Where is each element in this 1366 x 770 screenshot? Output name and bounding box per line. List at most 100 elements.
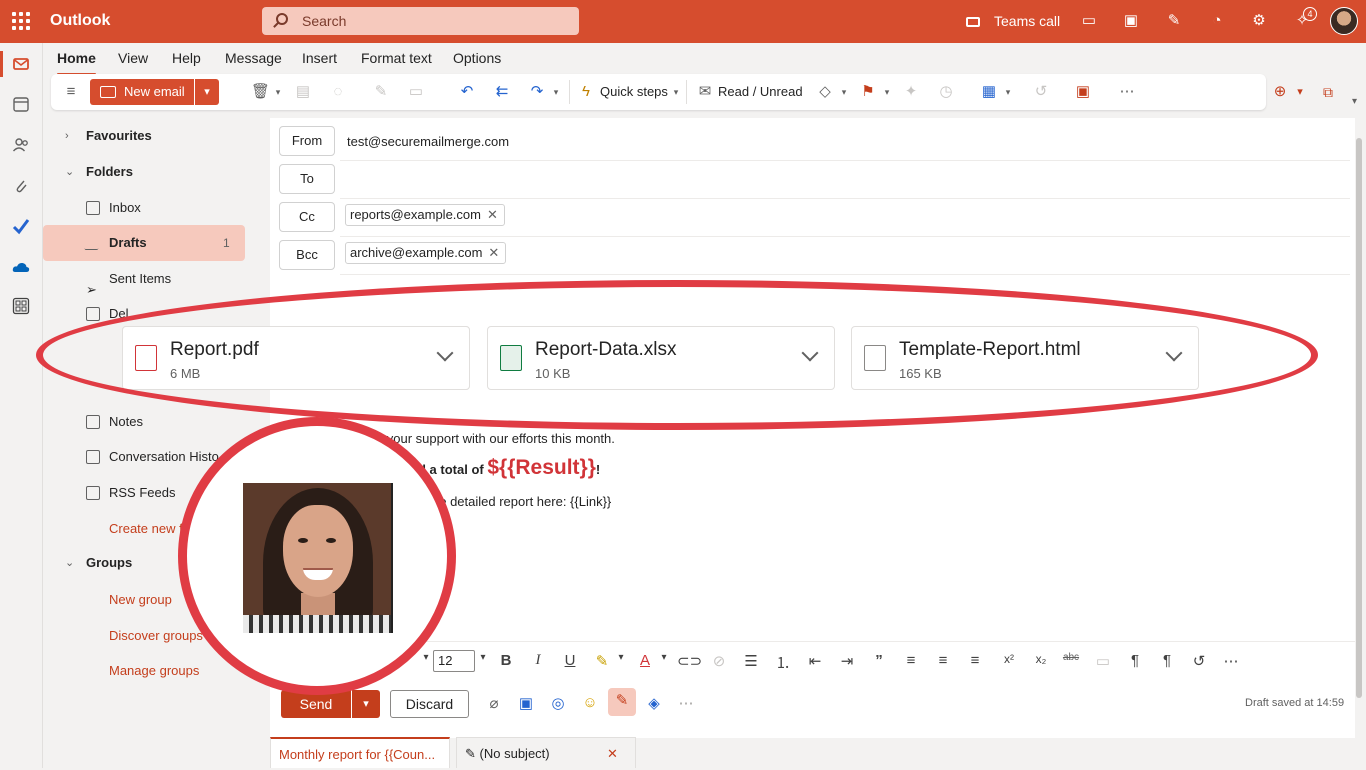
notes-edit-icon[interactable]: ✎ bbox=[1165, 12, 1183, 30]
undo-format-icon[interactable]: ↺ bbox=[1189, 652, 1209, 670]
tab-format-text[interactable]: Format text bbox=[361, 50, 432, 66]
align-left-icon[interactable]: ≡ bbox=[901, 652, 921, 669]
align-center-icon[interactable]: ≡ bbox=[933, 652, 953, 669]
addin-icon[interactable]: ◈ bbox=[644, 694, 664, 712]
avatar[interactable] bbox=[1330, 7, 1358, 35]
archive-icon[interactable]: ▤ bbox=[295, 84, 311, 100]
ribbon-collapse-chevron-icon[interactable]: ▾ bbox=[1352, 96, 1357, 107]
read-unread-button[interactable]: Read / Unread bbox=[718, 82, 803, 102]
lightning-icon[interactable]: ϟ bbox=[578, 84, 594, 100]
quick-steps-button[interactable]: Quick steps bbox=[600, 82, 668, 102]
paperclip-icon[interactable] bbox=[12, 177, 30, 195]
attach-file-icon[interactable]: ⌀ bbox=[484, 694, 504, 712]
flag-chevron-icon[interactable]: ▾ bbox=[879, 84, 895, 100]
close-icon[interactable]: ✕ bbox=[607, 738, 618, 769]
forward-chevron-icon[interactable]: ▾ bbox=[548, 84, 564, 100]
office-icon[interactable]: ▣ bbox=[1122, 12, 1140, 30]
tab-view[interactable]: View bbox=[118, 50, 148, 66]
scrollbar[interactable] bbox=[1355, 118, 1363, 738]
subscript-icon[interactable]: x₂ bbox=[1031, 652, 1051, 666]
undo-icon[interactable]: ↺ bbox=[1033, 84, 1049, 100]
from-button[interactable]: From bbox=[279, 126, 335, 156]
editor-icon[interactable]: ✎ bbox=[608, 688, 636, 716]
flag-icon[interactable]: ⚑ bbox=[860, 84, 876, 100]
reply-icon[interactable]: ↶ bbox=[459, 84, 475, 100]
clear-format-icon[interactable]: ▭ bbox=[1093, 652, 1113, 670]
apps-icon[interactable] bbox=[12, 297, 30, 315]
align-right-icon[interactable]: ≡ bbox=[965, 652, 985, 669]
emoji-icon[interactable]: ☺ bbox=[580, 694, 600, 711]
app-title[interactable]: Outlook bbox=[50, 12, 110, 30]
onedrive-cloud-icon[interactable] bbox=[12, 258, 30, 276]
chevron-down-icon[interactable] bbox=[1165, 344, 1183, 362]
favourites-header[interactable]: › Favourites bbox=[43, 118, 245, 154]
people-icon[interactable] bbox=[12, 136, 30, 154]
folder-inbox[interactable]: Inbox bbox=[43, 190, 245, 226]
folder-sent-items[interactable]: ➢ Sent Items bbox=[43, 261, 245, 297]
font-size-input[interactable]: 12 bbox=[433, 650, 475, 672]
new-email-button[interactable]: New email bbox=[90, 79, 194, 105]
report-icon[interactable]: ◌ bbox=[330, 84, 346, 100]
underline-icon[interactable]: U bbox=[560, 652, 580, 669]
unlink-icon[interactable]: ⊘ bbox=[709, 652, 729, 670]
rules-chevron-icon[interactable]: ▾ bbox=[1000, 84, 1016, 100]
loop-icon[interactable]: ◎ bbox=[548, 694, 568, 712]
chevron-down-icon[interactable] bbox=[436, 344, 454, 362]
bcc-recipient-chip[interactable]: archive@example.com ✕ bbox=[345, 242, 507, 264]
decrease-indent-icon[interactable]: ⇤ bbox=[805, 652, 825, 670]
italic-icon[interactable]: I bbox=[528, 652, 548, 669]
tag-icon[interactable]: ◇ bbox=[817, 84, 833, 100]
rtl-icon[interactable]: ¶ bbox=[1157, 652, 1177, 669]
attachment-report-data-xlsx[interactable]: Report-Data.xlsx 10 KB bbox=[487, 326, 835, 390]
font-color-chevron-icon[interactable]: ▾ bbox=[654, 652, 674, 663]
bold-icon[interactable]: B bbox=[496, 652, 516, 669]
bullets-icon[interactable]: ☰ bbox=[741, 652, 761, 670]
tab-insert[interactable]: Insert bbox=[302, 50, 337, 66]
manage-groups-link[interactable]: Manage groups bbox=[43, 653, 245, 689]
folders-header[interactable]: ⌄ Folders bbox=[43, 154, 245, 190]
font-color-icon[interactable]: A bbox=[635, 652, 655, 669]
sweep-icon[interactable]: ✎ bbox=[373, 84, 389, 100]
delete-icon[interactable]: 🗑︎ bbox=[251, 84, 270, 100]
attachment-report-pdf[interactable]: Report.pdf 6 MB bbox=[122, 326, 470, 390]
tag-chevron-icon[interactable]: ▾ bbox=[836, 84, 852, 100]
highlight-chevron-icon[interactable]: ▾ bbox=[611, 652, 631, 663]
more-options-icon[interactable]: ⋯ bbox=[1119, 84, 1135, 100]
ltr-icon[interactable]: ¶ bbox=[1125, 652, 1145, 669]
font-size-chevron-icon[interactable]: ▾ bbox=[473, 652, 493, 663]
move-folder-icon[interactable]: ▭ bbox=[408, 84, 424, 100]
clock-icon[interactable]: ◷ bbox=[938, 84, 954, 100]
folder-notes[interactable]: Notes bbox=[43, 404, 245, 440]
popout-icon[interactable]: ⧉ bbox=[1323, 84, 1339, 100]
more-format-icon[interactable]: ⋯ bbox=[1221, 652, 1241, 670]
to-button[interactable]: To bbox=[279, 164, 335, 194]
strikethrough-icon[interactable]: abc bbox=[1061, 652, 1081, 663]
link-icon[interactable]: ⊂⊃ bbox=[677, 652, 702, 670]
remove-recipient-icon[interactable]: ✕ bbox=[487, 207, 498, 222]
zoom-chevron-icon[interactable]: ▾ bbox=[1292, 84, 1308, 100]
tab-help[interactable]: Help bbox=[172, 50, 201, 66]
more-send-options-icon[interactable]: ⋯ bbox=[676, 694, 696, 712]
chevron-down-icon[interactable] bbox=[801, 344, 819, 362]
insert-image-icon[interactable]: ▣ bbox=[516, 694, 536, 712]
cc-recipient-chip[interactable]: reports@example.com ✕ bbox=[345, 204, 505, 226]
highlight-icon[interactable]: ✎ bbox=[592, 652, 612, 670]
send-dropdown[interactable]: ▾ bbox=[352, 690, 380, 718]
tab-home[interactable]: Home bbox=[57, 50, 96, 75]
numbering-icon[interactable]: ⒈ bbox=[773, 652, 793, 673]
draft-tab-no-subject[interactable]: ✎ (No subject) ✕ bbox=[456, 737, 636, 768]
superscript-icon[interactable]: x² bbox=[999, 652, 1019, 666]
folder-drafts[interactable]: Drafts 1 bbox=[43, 225, 245, 261]
envelope-open-icon[interactable]: ✉ bbox=[697, 84, 713, 100]
reply-all-icon[interactable]: ⇇ bbox=[494, 84, 510, 100]
bcc-button[interactable]: Bcc bbox=[279, 240, 335, 270]
delete-chevron-icon[interactable]: ▾ bbox=[270, 84, 286, 100]
quick-steps-chevron-icon[interactable]: ▾ bbox=[668, 84, 684, 100]
forward-icon[interactable]: ↷ bbox=[529, 84, 545, 100]
chat-icon[interactable]: ▭ bbox=[1080, 12, 1098, 30]
increase-indent-icon[interactable]: ⇥ bbox=[837, 652, 857, 670]
quote-icon[interactable]: ” bbox=[869, 652, 889, 669]
gear-icon[interactable]: ⚙ bbox=[1250, 12, 1268, 30]
cc-button[interactable]: Cc bbox=[279, 202, 335, 232]
tab-options[interactable]: Options bbox=[453, 50, 501, 66]
